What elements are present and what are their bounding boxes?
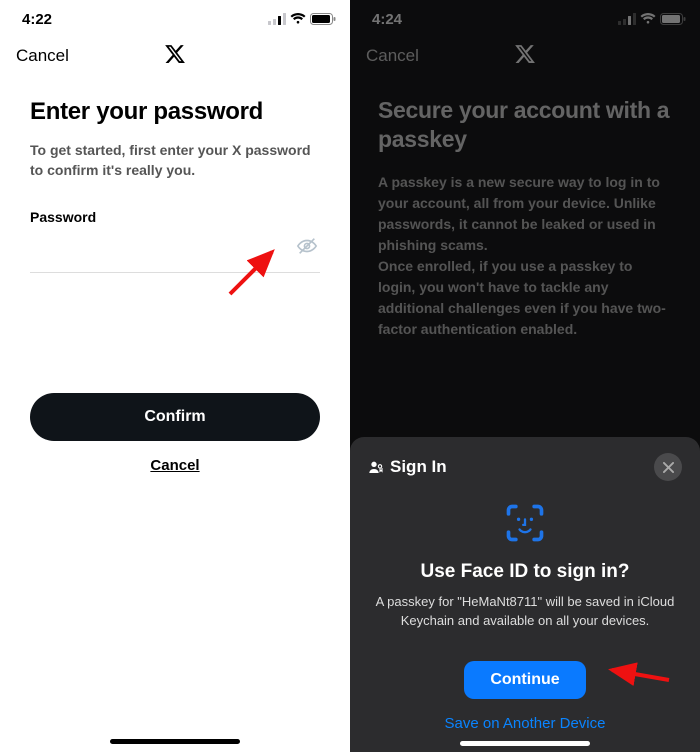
- close-icon: [663, 462, 674, 473]
- home-indicator: [110, 739, 240, 744]
- faceid-icon: [503, 501, 547, 545]
- x-logo-icon: [164, 43, 186, 70]
- username-text: HeMaNt8711: [462, 594, 538, 609]
- status-icons: [268, 13, 336, 25]
- page-title: Secure your account with a passkey: [378, 96, 672, 154]
- save-on-another-device-link[interactable]: Save on Another Device: [368, 715, 682, 732]
- passkey-icon: [368, 459, 384, 475]
- page-body: A passkey is a new secure way to log in …: [378, 172, 672, 340]
- status-time: 4:22: [22, 11, 52, 28]
- passkey-sheet: Sign In Use Face ID to sign in? A passke…: [350, 437, 700, 752]
- cellular-icon: [618, 13, 636, 25]
- home-indicator: [460, 741, 590, 746]
- sheet-header: Sign In: [368, 453, 682, 481]
- nav-bar: Cancel: [0, 34, 350, 78]
- password-input[interactable]: [32, 240, 296, 257]
- status-time: 4:24: [372, 11, 402, 28]
- main-content: Secure your account with a passkey A pas…: [350, 78, 700, 340]
- password-label: Password: [30, 209, 320, 225]
- faceid-title: Use Face ID to sign in?: [368, 561, 682, 583]
- body-paragraph-1: A passkey is a new secure way to log in …: [378, 172, 672, 256]
- password-field-row: [30, 231, 320, 273]
- status-bar: 4:22: [0, 0, 350, 34]
- wifi-icon: [640, 13, 656, 25]
- sheet-title: Sign In: [390, 457, 447, 477]
- page-title: Enter your password: [30, 98, 320, 126]
- sheet-title-row: Sign In: [368, 457, 447, 477]
- toggle-visibility-icon[interactable]: [296, 235, 318, 262]
- faceid-block: Use Face ID to sign in? A passkey for "H…: [368, 501, 682, 732]
- status-bar: 4:24: [350, 0, 700, 34]
- body-paragraph-2: Once enrolled, if you use a passkey to l…: [378, 256, 672, 340]
- confirm-button[interactable]: Confirm: [30, 393, 320, 441]
- page-subtitle: To get started, first enter your X passw…: [30, 140, 320, 181]
- battery-icon: [660, 13, 686, 25]
- x-logo-icon: [514, 43, 536, 70]
- main-content: Enter your password To get started, firs…: [0, 78, 350, 474]
- screen-passkey-prompt: 4:24 Cancel Secure your account with a p…: [350, 0, 700, 752]
- continue-button[interactable]: Continue: [464, 661, 585, 699]
- status-icons: [618, 13, 686, 25]
- cancel-button[interactable]: Cancel: [30, 457, 320, 474]
- nav-bar: Cancel: [350, 34, 700, 78]
- faceid-description: A passkey for "HeMaNt8711" will be saved…: [368, 593, 682, 631]
- close-button[interactable]: [654, 453, 682, 481]
- cellular-icon: [268, 13, 286, 25]
- nav-cancel-button[interactable]: Cancel: [16, 46, 69, 66]
- screen-enter-password: 4:22 Cancel Enter your password To get s…: [0, 0, 350, 752]
- nav-cancel-button[interactable]: Cancel: [366, 46, 419, 66]
- battery-icon: [310, 13, 336, 25]
- wifi-icon: [290, 13, 306, 25]
